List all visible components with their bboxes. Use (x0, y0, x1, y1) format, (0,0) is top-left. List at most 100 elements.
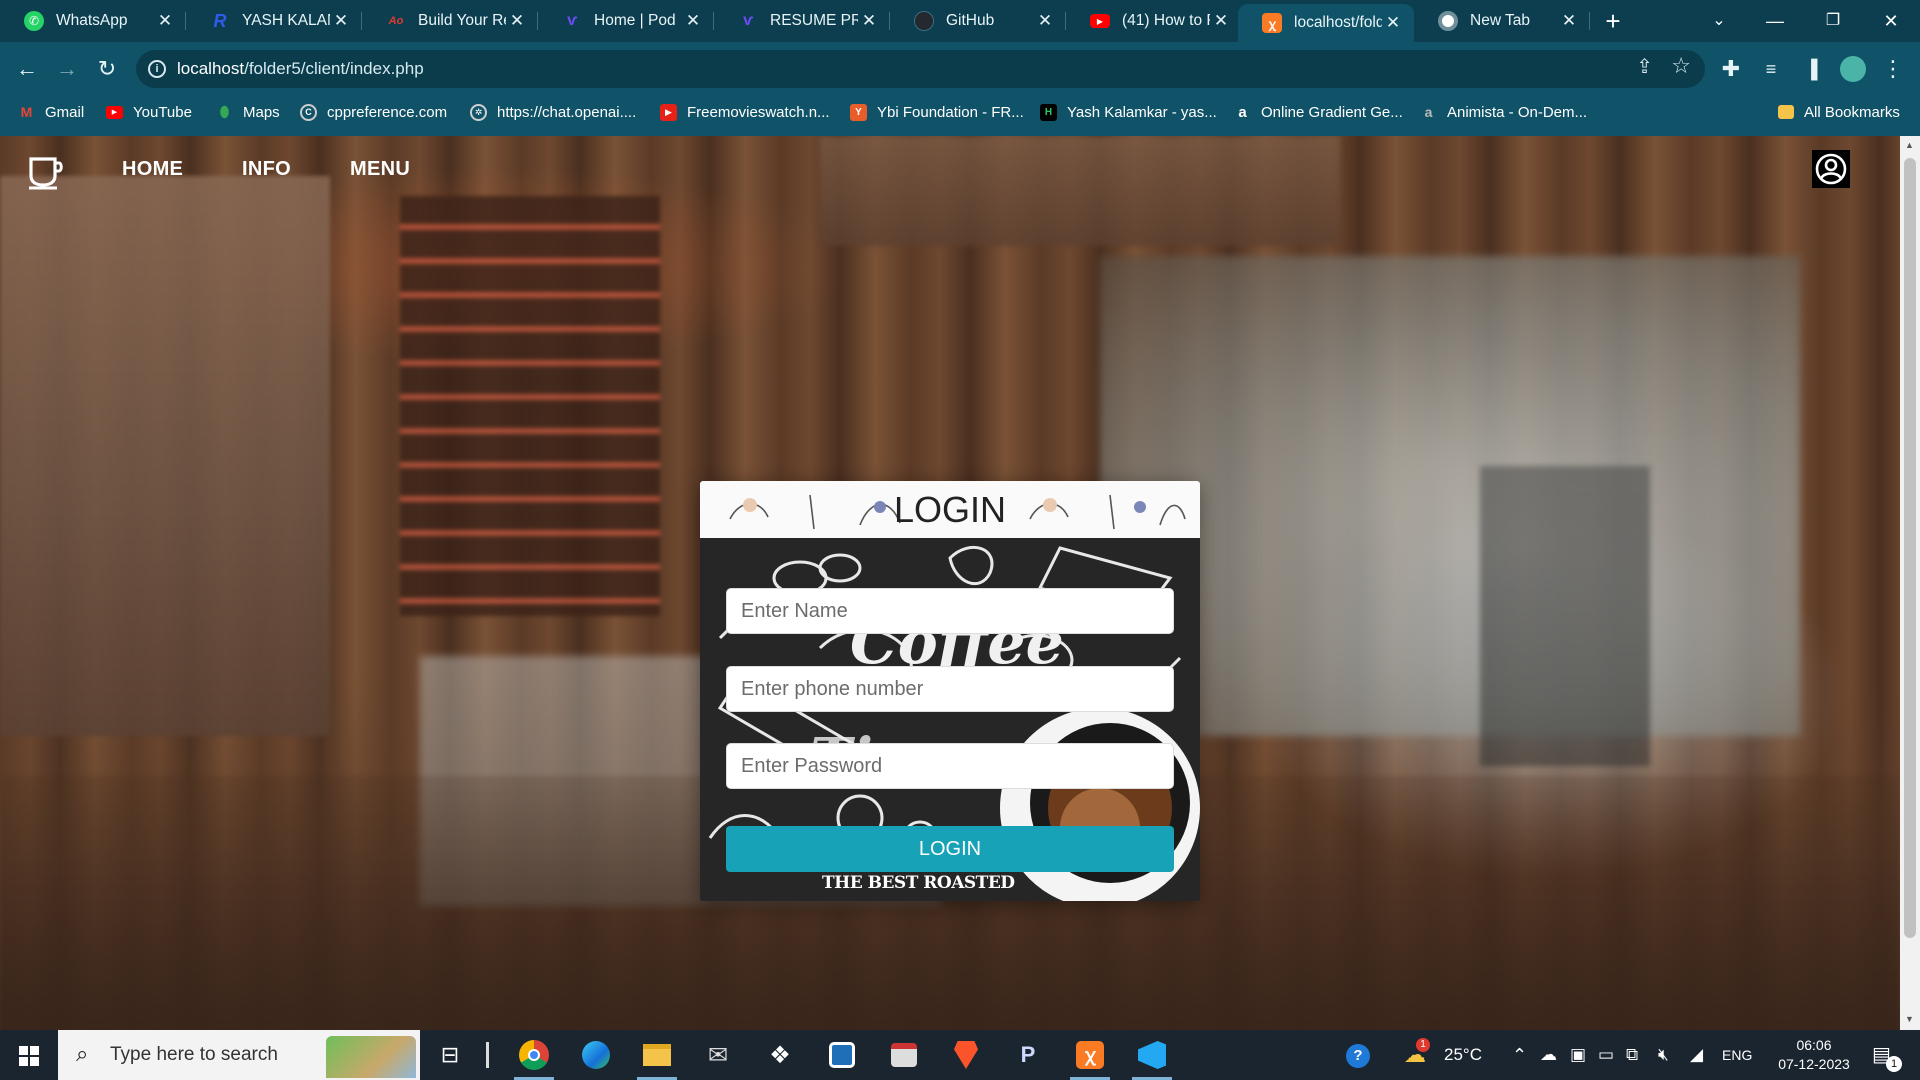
url-text[interactable]: localhost/folder5/client/index.php (177, 50, 424, 88)
bookmark-label: cppreference.com (327, 103, 448, 121)
close-icon[interactable]: ✕ (1558, 11, 1580, 31)
xampp-icon: ꭓ (1262, 13, 1282, 33)
cppreference-icon: C (300, 103, 317, 121)
cafe-background: HOME INFO MENU Coffee Tim (0, 136, 1900, 1030)
close-icon[interactable]: ✕ (682, 11, 704, 31)
media-icon[interactable]: ≡ (1754, 52, 1788, 86)
bookmark-label: YouTube (133, 103, 192, 121)
name-input[interactable] (726, 588, 1174, 634)
bookmark-freemovies[interactable]: ▶ Freemovieswatch.n... (660, 96, 830, 128)
wifi-icon[interactable]: ◢ (1690, 1030, 1703, 1080)
vscode-icon[interactable] (1128, 1035, 1176, 1080)
close-icon[interactable]: ✕ (506, 11, 528, 31)
xampp-taskbar-icon[interactable]: ꭓ (1066, 1035, 1114, 1080)
tab-resume-pro[interactable]: ⱱ RESUME PRO ✕ (714, 0, 890, 42)
login-title: LOGIN (893, 489, 1007, 530)
bookmark-animista[interactable]: a Animista - On-Dem... (1420, 96, 1587, 128)
search-placeholder: Type here to search (110, 1044, 278, 1065)
tab-whatsapp[interactable]: ✆ WhatsApp ✕ (0, 0, 186, 42)
tab-youtube[interactable]: ▶ (41) How to R ✕ (1066, 0, 1242, 42)
side-panel-icon[interactable]: ▐ (1794, 52, 1828, 86)
onedrive-icon[interactable]: ☁ (1540, 1030, 1557, 1080)
mail-icon[interactable]: ✉ (694, 1035, 742, 1075)
help-icon[interactable]: ? (1346, 1044, 1370, 1068)
file-explorer-icon[interactable] (633, 1035, 681, 1080)
coffee-cup-logo-icon[interactable] (28, 156, 64, 190)
profile-avatar[interactable] (1840, 56, 1866, 82)
dropbox-icon[interactable]: ❖ (756, 1035, 804, 1075)
clock[interactable]: 06:06 07-12-2023 (1764, 1036, 1864, 1074)
bookmark-gmail[interactable]: M Gmail (18, 96, 85, 128)
bookmark-ybi[interactable]: Y Ybi Foundation - FR... (850, 96, 1024, 128)
task-view-icon[interactable]: ⊟ (426, 1035, 474, 1075)
close-icon[interactable]: ✕ (1210, 11, 1232, 31)
forward-icon[interactable]: → (50, 52, 84, 86)
windows-start-icon[interactable] (19, 1046, 39, 1066)
user-account-icon[interactable] (1812, 150, 1850, 188)
close-icon[interactable]: ✕ (330, 11, 352, 31)
show-hidden-icons[interactable]: ⌃ (1512, 1030, 1527, 1080)
share-icon[interactable]: ⇪ (1636, 54, 1653, 79)
battery-icon[interactable]: ▭ (1598, 1030, 1614, 1080)
menu-kebab-icon[interactable]: ⋮ (1876, 52, 1910, 86)
bookmark-gradient[interactable]: a Online Gradient Ge... (1234, 96, 1403, 128)
nav-menu[interactable]: MENU (350, 158, 410, 181)
bookmark-youtube[interactable]: ▶ YouTube (106, 96, 192, 128)
close-icon[interactable]: ✕ (858, 11, 880, 31)
tab-title: WhatsApp (56, 12, 128, 29)
login-button[interactable]: LOGIN (726, 826, 1174, 872)
password-input[interactable] (726, 743, 1174, 789)
bookmark-chatgpt[interactable]: ✲ https://chat.openai.... (470, 96, 636, 128)
tab-new-tab[interactable]: New Tab ✕ (1414, 0, 1590, 42)
bookmark-label: Online Gradient Ge... (1261, 103, 1403, 121)
tab-title: Build Your Re (418, 12, 506, 29)
tab-localhost[interactable]: ꭓ localhost/fold ✕ (1238, 4, 1414, 42)
close-icon[interactable]: ✕ (1382, 13, 1404, 33)
new-tab-button[interactable]: + (1598, 6, 1628, 36)
bookmark-maps[interactable]: ⬮ Maps (216, 96, 280, 128)
login-card-header: LOGIN (700, 481, 1200, 538)
weather-temperature[interactable]: 25°C (1444, 1030, 1482, 1080)
nav-home[interactable]: HOME (122, 158, 183, 181)
close-icon[interactable]: ✕ (1034, 11, 1056, 31)
tab-yash-kalam[interactable]: R YASH KALAM ✕ (186, 0, 362, 42)
meet-icon[interactable]: ▣ (1570, 1030, 1586, 1080)
brave-icon[interactable] (942, 1035, 990, 1075)
tab-build-resume[interactable]: Ao Build Your Re ✕ (362, 0, 538, 42)
taskbar-search[interactable]: ⌕ Type here to search (58, 1030, 420, 1080)
tab-github[interactable]: GitHub ✕ (890, 0, 1066, 42)
tab-search-icon[interactable]: ⌄ (1692, 0, 1746, 42)
scrollbar-thumb[interactable] (1904, 158, 1916, 938)
scroll-up-icon[interactable]: ▲ (1905, 140, 1914, 150)
site-info-icon[interactable]: i (148, 60, 166, 78)
bookmark-yash[interactable]: H Yash Kalamkar - yas... (1040, 96, 1217, 128)
app-blue-icon[interactable] (818, 1035, 866, 1075)
tab-home-pod[interactable]: ⱱ Home | Pod ✕ (538, 0, 714, 42)
all-bookmarks[interactable]: All Bookmarks (1778, 96, 1900, 128)
app-p-icon[interactable]: P (1004, 1035, 1052, 1075)
tab-title: Home | Pod (594, 12, 676, 29)
restore-icon[interactable]: ❐ (1806, 0, 1860, 42)
close-window-icon[interactable]: ✕ (1864, 0, 1918, 42)
minimize-icon[interactable]: — (1748, 0, 1802, 42)
scroll-down-icon[interactable]: ▼ (1905, 1014, 1914, 1024)
address-bar[interactable]: i localhost/folder5/client/index.php ⇪ ☆ (136, 50, 1705, 88)
chrome-taskbar-icon[interactable] (510, 1035, 558, 1080)
edge-icon[interactable] (572, 1035, 620, 1075)
bookmark-label: Maps (243, 103, 280, 121)
volume-muted-icon[interactable]: 🔇︎ (1658, 1030, 1669, 1080)
display-icon[interactable]: ⧉ (1626, 1030, 1638, 1080)
back-icon[interactable]: ← (10, 52, 44, 86)
bookmark-cppreference[interactable]: Ccppreference.com (300, 96, 447, 128)
youtube-icon: ▶ (1090, 14, 1110, 28)
openai-icon: ✲ (470, 103, 487, 121)
bookmark-star-icon[interactable]: ☆ (1671, 53, 1691, 79)
nav-info[interactable]: INFO (242, 158, 291, 181)
phone-input[interactable] (726, 666, 1174, 712)
language-indicator[interactable]: ENG (1722, 1030, 1752, 1080)
camera-app-icon[interactable] (880, 1035, 928, 1075)
close-icon[interactable]: ✕ (154, 11, 176, 31)
reload-icon[interactable]: ↻ (90, 52, 124, 86)
extensions-icon[interactable]: ✚ (1714, 52, 1748, 86)
notification-center-icon[interactable]: ▤ (1872, 1030, 1891, 1080)
